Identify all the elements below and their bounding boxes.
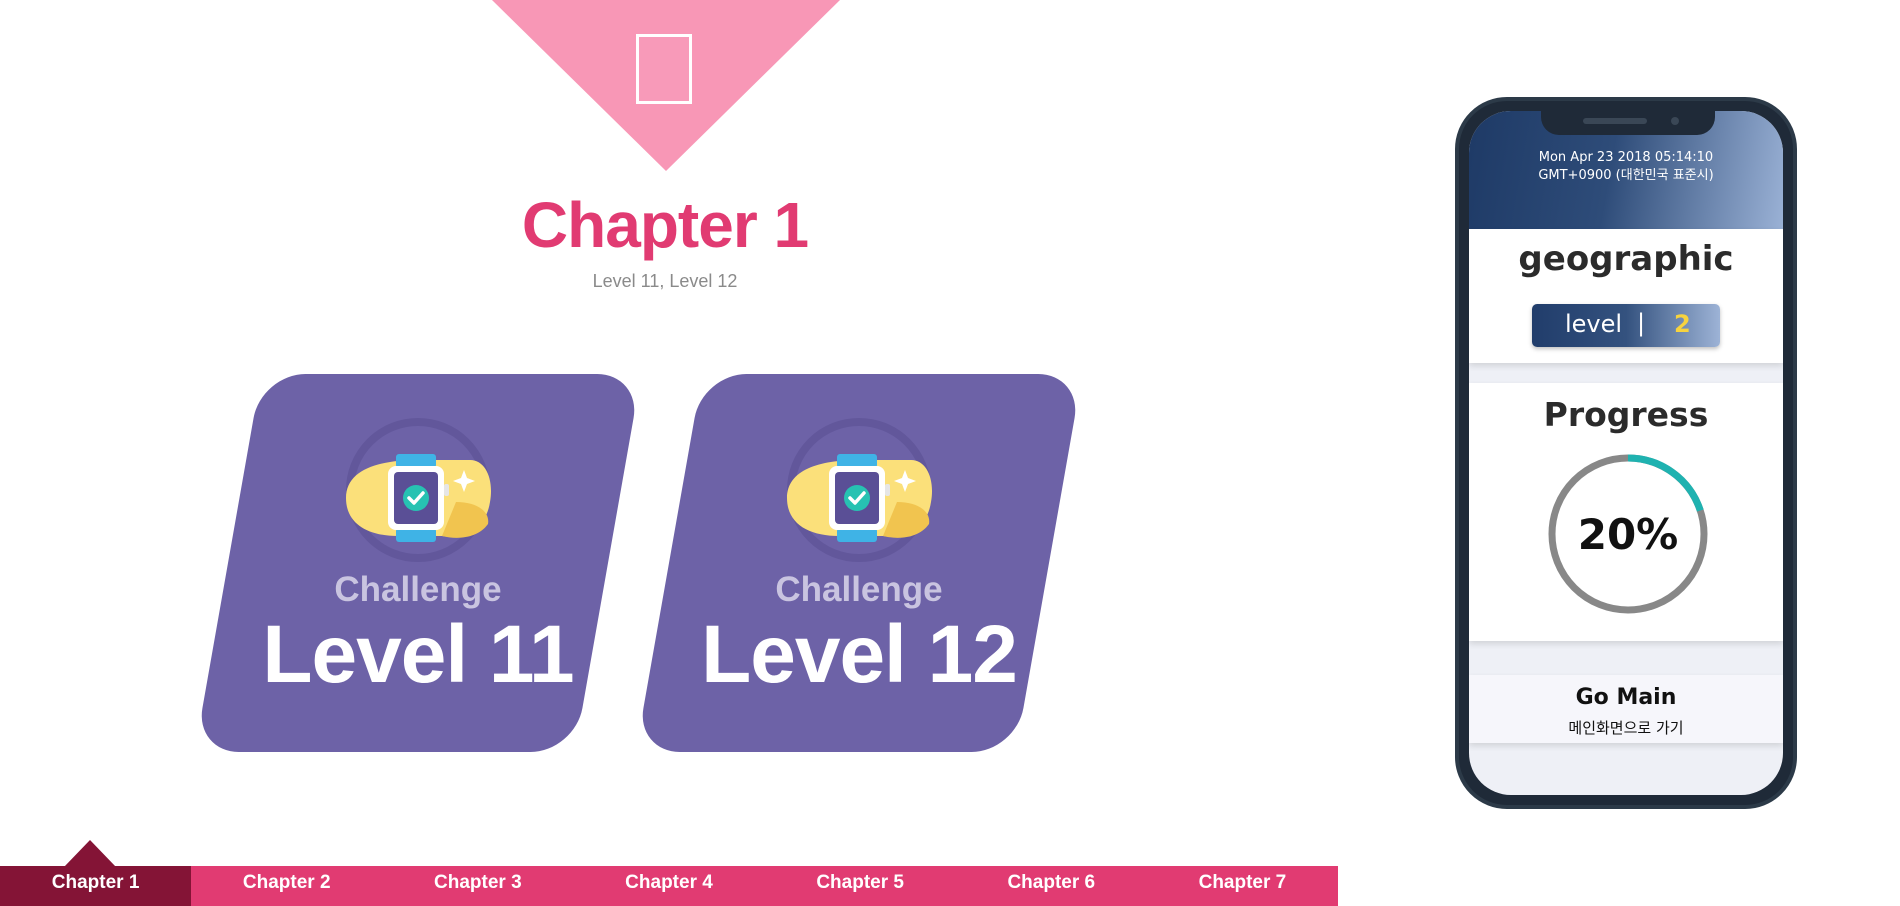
card-level-title: Level 12 xyxy=(701,609,1017,700)
card-level-title: Level 11 xyxy=(262,609,574,700)
datetime-line-1: Mon Apr 23 2018 05:14:10 xyxy=(1538,150,1714,165)
chapter-tab-bar: Chapter 1 Chapter 2 Chapter 3 Chapter 4 … xyxy=(0,866,1338,906)
card-kicker: Challenge xyxy=(775,570,943,609)
datetime-line-2: GMT+0900 (대한민국 표준시) xyxy=(1538,168,1714,183)
phone-datetime: Mon Apr 23 2018 05:14:10 GMT+0900 (대한민국 … xyxy=(1469,149,1783,185)
topic-title: geographic xyxy=(1518,239,1734,279)
page-subtitle: Level 11, Level 12 xyxy=(592,271,738,291)
go-main-label: Go Main xyxy=(1575,685,1677,710)
smartwatch-check-icon xyxy=(787,454,933,542)
progress-percent: 20% xyxy=(1577,509,1679,559)
smartwatch-check-icon xyxy=(346,454,492,542)
go-main-sublabel: 메인화면으로 가기 xyxy=(1568,719,1684,737)
phone-mockup: Mon Apr 23 2018 05:14:10 GMT+0900 (대한민국 … xyxy=(1455,97,1797,809)
progress-panel: Progress 20% xyxy=(1469,383,1783,641)
tab-chapter-2[interactable]: Chapter 2 xyxy=(191,866,382,906)
level-value: 2 xyxy=(1674,310,1691,338)
camera-icon xyxy=(1671,117,1679,125)
topic-panel: geographic level | 2 xyxy=(1469,229,1783,363)
phone-screen: Mon Apr 23 2018 05:14:10 GMT+0900 (대한민국 … xyxy=(1469,111,1783,795)
level-label: level xyxy=(1565,310,1623,338)
challenge-card-level-11[interactable]: Challenge Level 11 xyxy=(194,374,642,752)
book-icon xyxy=(636,34,692,104)
phone-notch xyxy=(1541,111,1715,135)
tab-chapter-1[interactable]: Chapter 1 xyxy=(0,866,192,906)
tab-chapter-6[interactable]: Chapter 6 xyxy=(956,866,1147,906)
tab-chapter-4[interactable]: Chapter 4 xyxy=(573,866,764,906)
go-main-button[interactable]: Go Main 메인화면으로 가기 xyxy=(1469,675,1783,743)
tab-chapter-7[interactable]: Chapter 7 xyxy=(1147,866,1338,906)
challenge-card-level-12[interactable]: Challenge Level 12 xyxy=(635,374,1083,752)
phone-header: Mon Apr 23 2018 05:14:10 GMT+0900 (대한민국 … xyxy=(1469,111,1783,237)
progress-title: Progress xyxy=(1543,395,1709,434)
speaker-icon xyxy=(1583,118,1647,124)
card-kicker: Challenge xyxy=(334,570,502,609)
active-tab-pointer xyxy=(64,840,116,867)
tab-chapter-3[interactable]: Chapter 3 xyxy=(382,866,573,906)
page-title: Chapter 1 xyxy=(521,189,809,261)
level-badge: level | 2 xyxy=(1532,304,1720,347)
tab-chapter-5[interactable]: Chapter 5 xyxy=(765,866,956,906)
level-separator: | xyxy=(1637,309,1646,337)
